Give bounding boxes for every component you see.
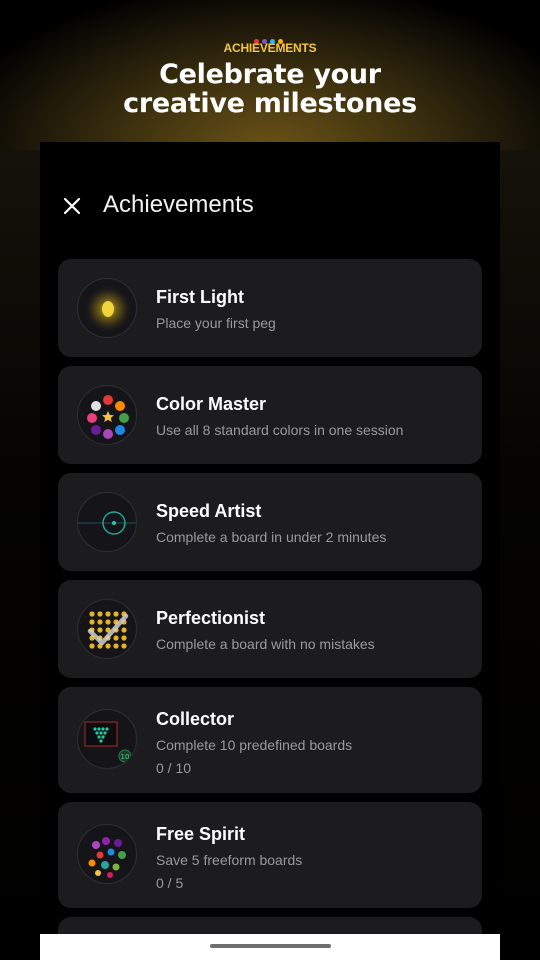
stopwatch-icon xyxy=(77,492,137,552)
achievements-sheet: Achievements First Light Place your firs… xyxy=(40,142,500,934)
achievement-title: Perfectionist xyxy=(156,608,266,628)
grid-peg xyxy=(89,619,95,625)
home-indicator[interactable] xyxy=(210,944,331,948)
color-wheel-icon xyxy=(77,385,137,445)
grid-peg xyxy=(121,643,127,649)
grid-peg xyxy=(105,611,111,617)
achievement-card[interactable] xyxy=(58,917,482,934)
grid-peg xyxy=(89,611,95,617)
headline-line-2: creative milestones xyxy=(123,88,417,119)
grid-peg xyxy=(105,643,111,649)
close-icon[interactable] xyxy=(60,194,84,218)
achievement-title: Collector xyxy=(156,709,235,729)
sheet-title: Achievements xyxy=(103,191,254,218)
achievement-title: Color Master xyxy=(156,394,267,414)
grid-peg xyxy=(97,611,103,617)
achievement-card[interactable]: Speed Artist Complete a board in under 2… xyxy=(58,473,482,571)
achievement-card[interactable]: Color Master Use all 8 standard colors i… xyxy=(58,366,482,464)
scattered-pegs-icon xyxy=(77,824,137,884)
grid-peg xyxy=(113,611,119,617)
promo-header: ACHIEVEMENTS Celebrate your creative mil… xyxy=(0,0,540,142)
achievement-card[interactable]: First Light Place your first peg xyxy=(58,259,482,357)
achievement-description: Use all 8 standard colors in one session xyxy=(156,422,404,438)
checkmark-grid-icon xyxy=(77,599,137,659)
achievement-title: First Light xyxy=(156,287,244,307)
svg-text:10: 10 xyxy=(121,753,130,761)
promo-label: ACHIEVEMENTS xyxy=(223,41,317,55)
achievement-progress: 0 / 5 xyxy=(156,875,184,891)
achievement-card[interactable]: 10 Collector Complete 10 predefined boar… xyxy=(58,687,482,793)
achievement-title: Free Spirit xyxy=(156,824,246,844)
achievement-card[interactable]: Perfectionist Complete a board with no m… xyxy=(58,580,482,678)
achievement-description: Complete a board with no mistakes xyxy=(156,636,375,652)
grid-peg xyxy=(97,627,103,633)
system-navigation-bar xyxy=(40,934,500,960)
grid-peg xyxy=(105,619,111,625)
grid-peg xyxy=(89,643,95,649)
board-stack-icon: 10 xyxy=(77,709,137,769)
achievement-description: Place your first peg xyxy=(156,315,276,331)
glowing-peg-icon xyxy=(77,278,137,338)
promo-headline: Celebrate your creative milestones xyxy=(0,60,540,118)
grid-peg xyxy=(113,635,119,641)
grid-peg xyxy=(97,619,103,625)
achievement-progress: 0 / 10 xyxy=(156,760,192,776)
grid-peg xyxy=(121,635,127,641)
achievement-description: Complete a board in under 2 minutes xyxy=(156,529,387,545)
grid-peg xyxy=(121,627,127,633)
headline-line-1: Celebrate your xyxy=(159,59,381,90)
grid-peg xyxy=(113,643,119,649)
achievement-title: Speed Artist xyxy=(156,501,262,521)
achievement-card[interactable]: Free Spirit Save 5 freeform boards 0 / 5 xyxy=(58,802,482,908)
achievement-description: Complete 10 predefined boards xyxy=(156,737,353,753)
achievement-description: Save 5 freeform boards xyxy=(156,852,303,868)
